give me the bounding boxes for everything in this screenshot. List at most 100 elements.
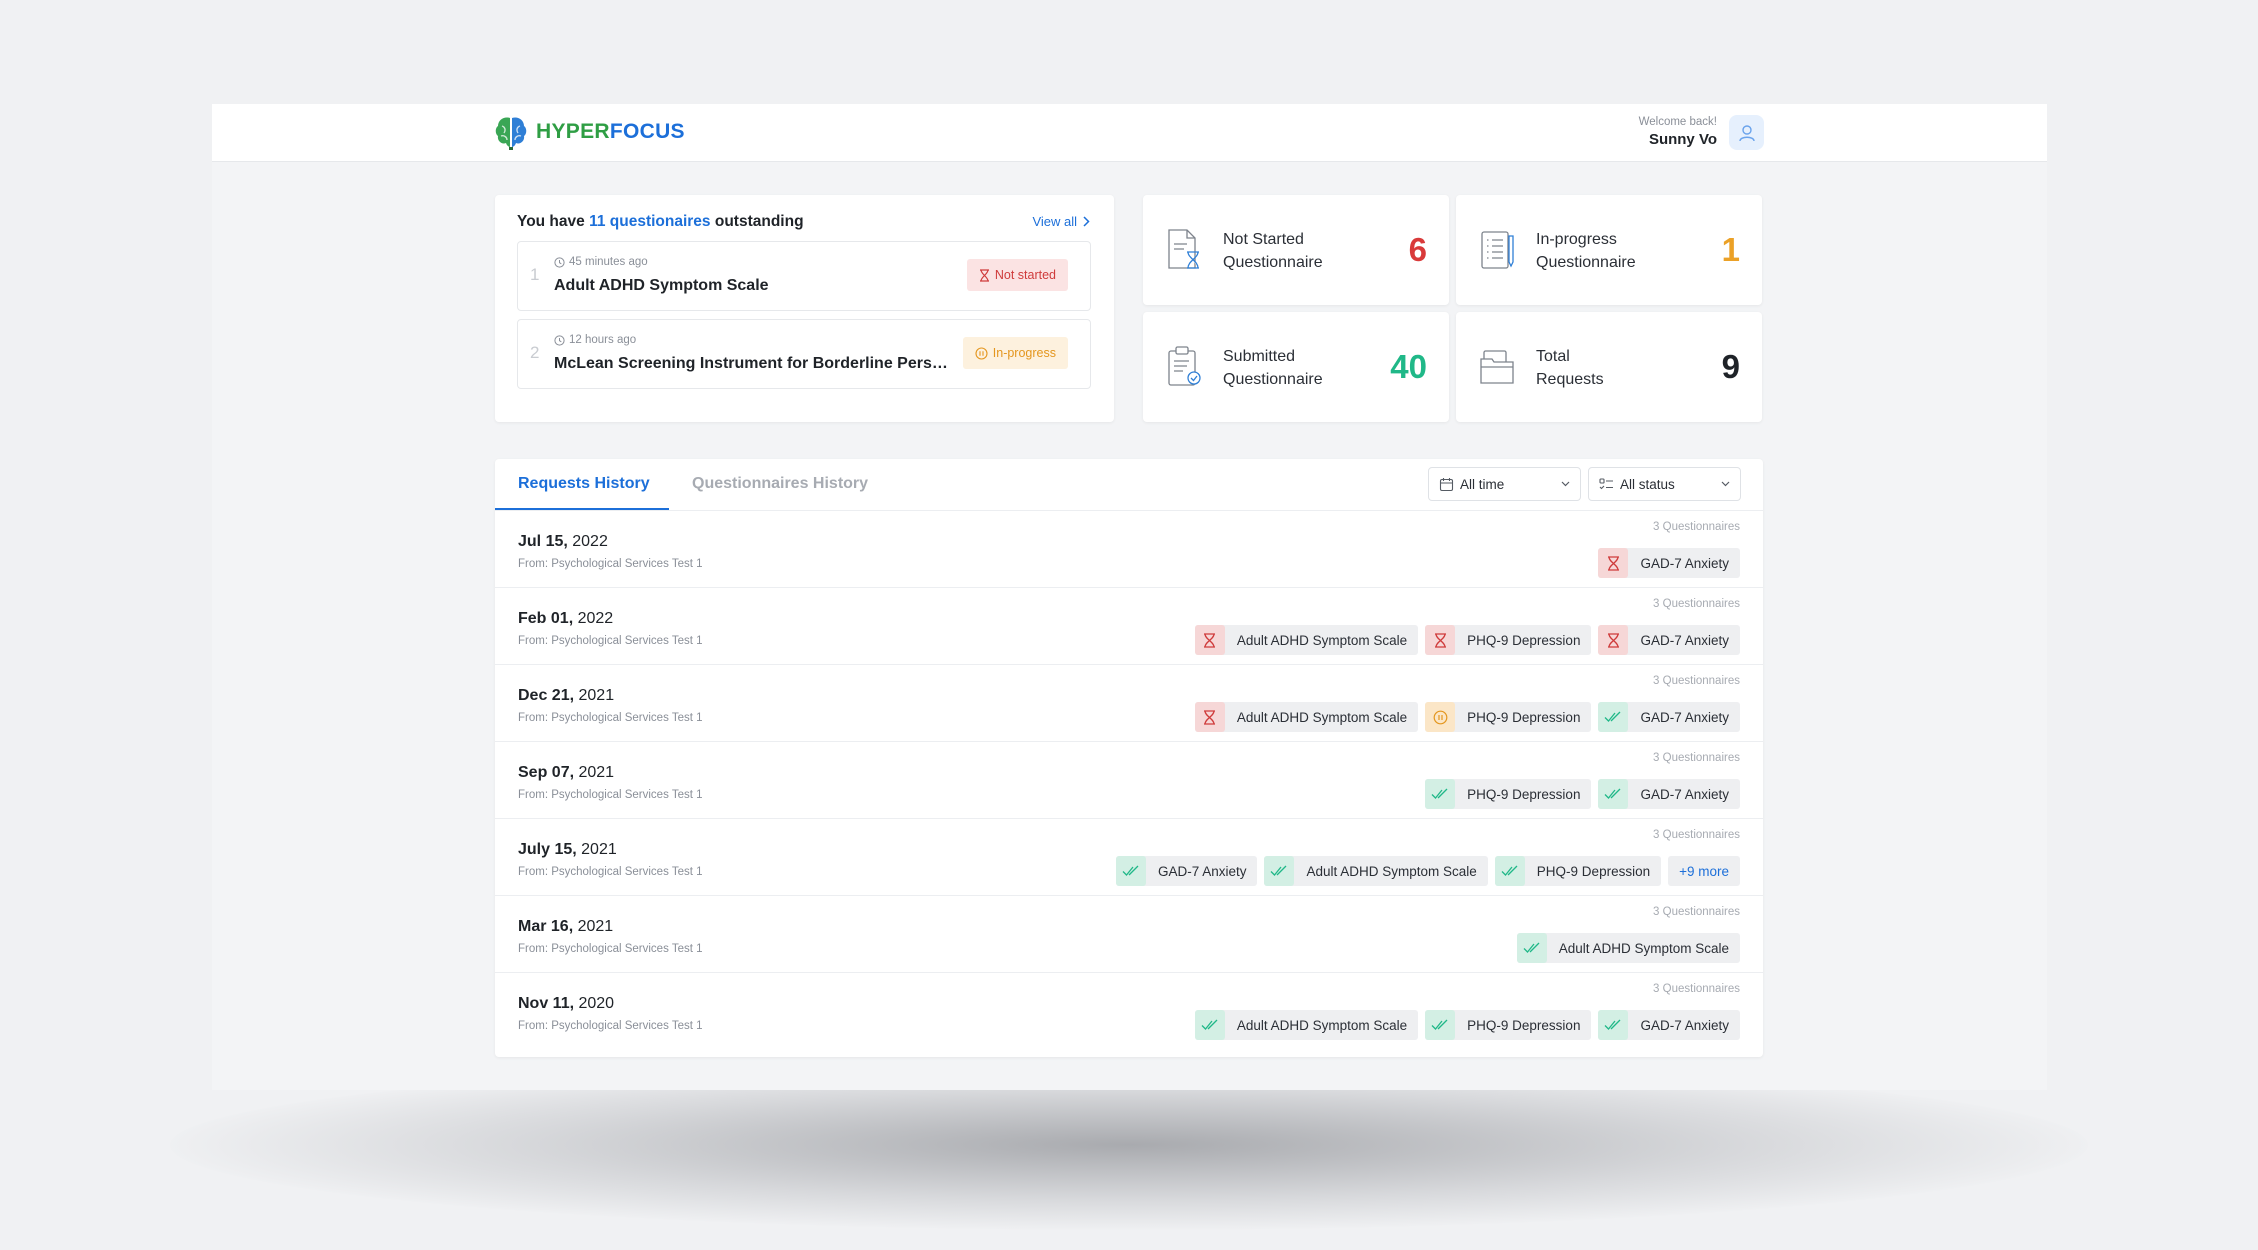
brand-hyper: HYPER	[536, 120, 610, 143]
questionnaire-chip[interactable]: Adult ADHD Symptom Scale	[1194, 625, 1419, 655]
request-date: Nov 11, 2020	[518, 995, 615, 1012]
questionnaire-chip[interactable]: Adult ADHD Symptom Scale	[1516, 933, 1740, 963]
request-source: From: Psychological Services Test 1	[518, 943, 703, 955]
questionnaire-chips: Adult ADHD Symptom Scale	[1516, 933, 1740, 963]
questionnaire-chip[interactable]: Adult ADHD Symptom Scale	[1264, 856, 1488, 886]
chip-label: PHQ-9 Depression	[1467, 786, 1581, 802]
chip-label: Adult ADHD Symptom Scale	[1236, 1017, 1408, 1033]
not-started-status-icon	[1598, 625, 1629, 655]
item-time: 12 hours ago	[554, 334, 636, 346]
outstanding-item[interactable]: 2 12 hours ago McLean Screening Instrume…	[517, 319, 1091, 389]
not-started-status-icon	[1598, 548, 1629, 578]
questionnaire-chip[interactable]: GAD-7 Anxiety	[1598, 548, 1740, 578]
history-row[interactable]: Dec 21, 2021 From: Psychological Services…	[495, 665, 1763, 742]
chip-label: Adult ADHD Symptom Scale	[1306, 863, 1477, 879]
chevron-right-icon	[1083, 216, 1090, 227]
item-name: McLean Screening Instrument for Borderli…	[554, 355, 954, 372]
status-text: In-progress	[992, 346, 1056, 360]
document-hourglass-icon	[1168, 229, 1199, 269]
not-started-status-icon	[1194, 702, 1225, 732]
questionnaire-chips: Adult ADHD Symptom Scale PHQ-9 Depression…	[1194, 625, 1740, 655]
clock-icon	[554, 256, 565, 268]
history-row[interactable]: Mar 16, 2021 From: Psychological Services…	[495, 896, 1763, 973]
clock-icon	[554, 334, 565, 346]
questionnaire-chip[interactable]: GAD-7 Anxiety	[1598, 702, 1740, 732]
questionnaire-count: 3 Questionnaires	[1653, 521, 1740, 533]
stat-value: 9	[1721, 348, 1740, 385]
hourglass-icon	[1607, 555, 1619, 571]
chip-label: GAD-7 Anxiety	[1640, 709, 1729, 725]
user-name: Sunny Vo	[1648, 131, 1717, 148]
questionnaire-chip[interactable]: GAD-7 Anxiety	[1598, 779, 1740, 809]
chip-label: Adult ADHD Symptom Scale	[1236, 632, 1408, 648]
time-filter-select[interactable]: All time	[1428, 467, 1581, 501]
request-date: Jul 15, 2022	[518, 533, 608, 550]
hourglass-icon	[1204, 709, 1216, 725]
chip-label: PHQ-9 Depression	[1467, 632, 1581, 648]
questionnaire-count: 3 Questionnaires	[1653, 906, 1740, 918]
questionnaire-chip[interactable]: GAD-7 Anxiety	[1115, 856, 1258, 886]
stat-label: Total Requests	[1536, 348, 1604, 388]
outstanding-suffix: outstanding	[710, 213, 804, 230]
questionnaire-chip[interactable]: Adult ADHD Symptom Scale	[1194, 702, 1419, 732]
item-time: 45 minutes ago	[554, 256, 648, 268]
stat-value: 6	[1408, 231, 1427, 268]
status-filter-select[interactable]: All status	[1588, 467, 1741, 501]
stat-value: 1	[1721, 231, 1740, 268]
filter-list-icon	[1599, 477, 1613, 489]
questionnaire-chip[interactable]: PHQ-9 Depression	[1494, 856, 1662, 886]
double-check-icon	[1523, 942, 1540, 953]
submitted-status-icon	[1598, 779, 1629, 809]
questionnaire-chip[interactable]: PHQ-9 Depression	[1425, 779, 1592, 809]
history-row[interactable]: July 15, 2021 From: Psychological Service…	[495, 819, 1763, 896]
chip-label: PHQ-9 Depression	[1536, 863, 1651, 879]
submitted-status-icon	[1194, 1010, 1225, 1040]
stat-card-total-requests[interactable]: Total Requests 9	[1456, 312, 1762, 422]
double-check-icon	[1271, 865, 1287, 876]
chip-label: Adult ADHD Symptom Scale	[1236, 709, 1408, 725]
submitted-status-icon	[1264, 856, 1295, 886]
view-all-link[interactable]: View all	[1032, 214, 1090, 229]
submitted-status-icon	[1516, 933, 1547, 963]
request-source: From: Psychological Services Test 1	[518, 1020, 703, 1032]
request-date: Mar 16, 2021	[518, 918, 614, 935]
history-row[interactable]: Sep 07, 2021 From: Psychological Services…	[495, 742, 1763, 819]
status-text: Not started	[994, 268, 1056, 282]
questionnaire-count: 3 Questionnaires	[1653, 598, 1740, 610]
outstanding-title: You have 11 questionaires outstanding	[517, 213, 804, 231]
brain-logo-icon	[495, 117, 527, 150]
submitted-status-icon	[1598, 1010, 1629, 1040]
history-row[interactable]: Jul 15, 2022 From: Psychological Services…	[495, 511, 1763, 588]
item-time-text: 12 hours ago	[569, 334, 637, 346]
questionnaire-chip[interactable]: PHQ-9 Depression	[1425, 702, 1592, 732]
history-row[interactable]: Feb 01, 2022 From: Psychological Services…	[495, 588, 1763, 665]
tab-requests-history[interactable]: Requests History	[518, 475, 650, 493]
stat-label: Submitted Questionnaire	[1223, 348, 1323, 388]
stat-card-not-started[interactable]: Not Started Questionnaire 6	[1143, 195, 1449, 305]
item-name: Adult ADHD Symptom Scale	[554, 277, 769, 294]
user-icon	[1738, 124, 1755, 141]
hourglass-icon	[979, 268, 989, 282]
outstanding-item[interactable]: 1 45 minutes ago Adult ADHD Symptom Scal…	[517, 241, 1091, 311]
questionnaire-chip[interactable]: GAD-7 Anxiety	[1598, 1010, 1740, 1040]
more-chips-link[interactable]: +9 more	[1668, 856, 1740, 886]
stat-card-in-progress[interactable]: In-progress Questionnaire 1	[1456, 195, 1762, 305]
calendar-icon	[1439, 477, 1454, 491]
logo[interactable]: HYPERFOCUS	[494, 114, 685, 150]
avatar[interactable]	[1729, 115, 1764, 150]
submitted-status-icon	[1115, 856, 1146, 886]
submitted-status-icon	[1425, 779, 1456, 809]
stat-label: In-progress Questionnaire	[1536, 231, 1636, 271]
history-row[interactable]: Nov 11, 2020 From: Psychological Services…	[495, 973, 1763, 1049]
questionnaire-chip[interactable]: PHQ-9 Depression	[1425, 625, 1592, 655]
app-window: HYPERFOCUS Welcome back! Sunny Vo You ha…	[212, 104, 2047, 1090]
outstanding-count-link[interactable]: 11 questionaires	[589, 213, 710, 230]
questionnaire-chip[interactable]: GAD-7 Anxiety	[1598, 625, 1740, 655]
tab-questionnaires-history[interactable]: Questionnaires History	[692, 475, 868, 493]
active-tab-indicator	[495, 508, 669, 510]
chip-label: GAD-7 Anxiety	[1157, 863, 1247, 879]
stat-card-submitted[interactable]: Submitted Questionnaire 40	[1143, 312, 1449, 422]
questionnaire-chip[interactable]: PHQ-9 Depression	[1425, 1010, 1592, 1040]
welcome-text: Welcome back!	[1638, 116, 1717, 128]
questionnaire-chip[interactable]: Adult ADHD Symptom Scale	[1194, 1010, 1419, 1040]
